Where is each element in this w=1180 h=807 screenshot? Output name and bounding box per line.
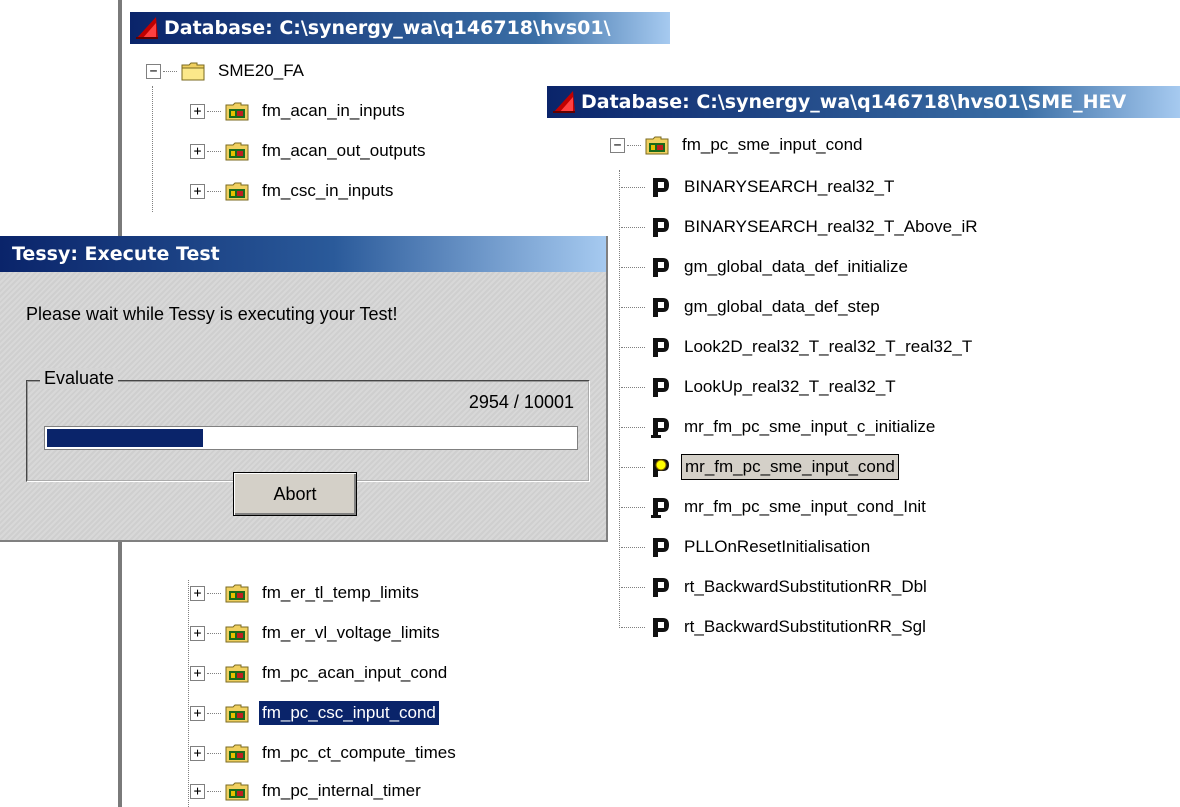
tree-node-module-selected[interactable]: + fm_pc_csc_input_cond: [190, 696, 440, 730]
dialog-title-bar[interactable]: Tessy: Execute Test: [0, 236, 606, 272]
function-icon: [653, 538, 669, 557]
function-node[interactable]: Look2D_real32_T_real32_T_real32_T: [619, 330, 975, 364]
function-label: LookUp_real32_T_real32_T: [684, 377, 896, 396]
function-label: gm_global_data_def_initialize: [684, 257, 908, 276]
function-init-icon: [651, 498, 669, 518]
module-folder-icon: [225, 704, 249, 723]
tree-node-module[interactable]: + fm_er_vl_voltage_limits: [190, 616, 443, 650]
module-folder-icon: [225, 584, 249, 603]
function-icon: [653, 178, 669, 197]
function-icon: [653, 378, 669, 397]
module-folder-icon: [645, 136, 669, 155]
function-icon: [653, 298, 669, 317]
left-window-title: Database: C:\synergy_wa\q146718\hvs01\: [164, 17, 611, 39]
function-node[interactable]: BINARYSEARCH_real32_T: [619, 170, 897, 204]
tree-node-module[interactable]: + fm_acan_in_inputs: [190, 94, 408, 128]
expand-toggle[interactable]: +: [190, 183, 205, 199]
expand-toggle[interactable]: +: [190, 783, 205, 799]
tree-node-module[interactable]: + fm_pc_acan_input_cond: [190, 656, 450, 690]
evaluate-group-label: Evaluate: [40, 368, 119, 389]
expand-toggle[interactable]: +: [190, 665, 205, 681]
function-node[interactable]: mr_fm_pc_sme_input_c_initialize: [619, 410, 938, 444]
right-tree-window: Database: C:\synergy_wa\q146718\hvs01\SM…: [537, 78, 1180, 648]
collapse-toggle[interactable]: −: [146, 63, 161, 79]
folder-icon: [181, 62, 205, 81]
function-label: mr_fm_pc_sme_input_cond_Init: [684, 497, 926, 516]
dialog-message: Please wait while Tessy is executing you…: [26, 304, 398, 324]
expand-toggle[interactable]: +: [190, 745, 205, 761]
tree-node-label: fm_csc_in_inputs: [262, 181, 394, 200]
tree-node-fm-pc-sme-input-cond[interactable]: − fm_pc_sme_input_cond: [610, 128, 866, 162]
function-icon: [653, 578, 669, 597]
tree-node-label: fm_er_vl_voltage_limits: [262, 623, 440, 642]
tree-node-label: SME20_FA: [218, 61, 304, 80]
function-label: BINARYSEARCH_real32_T_Above_iR: [684, 217, 978, 236]
function-node[interactable]: mr_fm_pc_sme_input_cond: [619, 450, 899, 484]
function-label: mr_fm_pc_sme_input_cond: [681, 454, 899, 480]
tree-node-label: fm_pc_internal_timer: [262, 781, 421, 800]
tree-node-label: fm_er_tl_temp_limits: [262, 583, 419, 602]
function-node[interactable]: LookUp_real32_T_real32_T: [619, 370, 899, 404]
module-folder-icon: [225, 664, 249, 683]
tree-node-label: fm_pc_csc_input_cond: [258, 700, 440, 726]
database-app-icon: [136, 17, 158, 39]
function-node[interactable]: mr_fm_pc_sme_input_cond_Init: [619, 490, 929, 524]
tree-node-module[interactable]: + fm_acan_out_outputs: [190, 134, 429, 168]
tree-node-label: fm_acan_out_outputs: [262, 141, 426, 160]
module-folder-icon: [225, 142, 249, 161]
left-window-title-bar[interactable]: Database: C:\synergy_wa\q146718\hvs01\: [130, 12, 670, 44]
tree-node-module[interactable]: + fm_pc_internal_timer: [190, 774, 424, 807]
function-label: BINARYSEARCH_real32_T: [684, 177, 895, 196]
function-icon: [653, 218, 669, 237]
module-folder-icon: [225, 782, 249, 801]
tree-node-label: fm_pc_sme_input_cond: [682, 135, 863, 154]
execute-test-dialog: Tessy: Execute Test Please wait while Te…: [0, 236, 608, 542]
evaluate-group-box: Evaluate 2954 / 10001: [26, 368, 590, 482]
expand-toggle[interactable]: +: [190, 585, 205, 601]
progress-bar: [44, 426, 578, 450]
tree-guide-line: [152, 86, 153, 212]
tree-node-module[interactable]: + fm_pc_ct_compute_times: [190, 736, 459, 770]
module-folder-icon: [225, 182, 249, 201]
expand-toggle[interactable]: +: [190, 705, 205, 721]
dialog-title: Tessy: Execute Test: [12, 243, 220, 265]
progress-counter: 2954 / 10001: [468, 392, 574, 412]
tree-guide-line: [188, 580, 189, 807]
module-folder-icon: [225, 102, 249, 121]
function-node[interactable]: gm_global_data_def_step: [619, 290, 883, 324]
module-folder-icon: [225, 744, 249, 763]
function-label: rt_BackwardSubstitutionRR_Sgl: [684, 617, 926, 636]
function-running-icon: [653, 459, 669, 477]
expand-toggle[interactable]: +: [190, 143, 205, 159]
function-label: gm_global_data_def_step: [684, 297, 880, 316]
function-icon: [653, 618, 669, 637]
function-icon: [653, 258, 669, 277]
function-node[interactable]: rt_BackwardSubstitutionRR_Sgl: [619, 610, 929, 644]
function-label: PLLOnResetInitialisation: [684, 537, 871, 556]
database-app-icon: [553, 91, 575, 113]
collapse-toggle[interactable]: −: [610, 137, 625, 153]
tree-node-module[interactable]: + fm_csc_in_inputs: [190, 174, 396, 208]
function-node[interactable]: BINARYSEARCH_real32_T_Above_iR: [619, 210, 981, 244]
tree-node-label: fm_pc_acan_input_cond: [262, 663, 448, 682]
abort-button[interactable]: Abort: [233, 472, 357, 516]
expand-toggle[interactable]: +: [190, 103, 205, 119]
progress-bar-fill: [47, 429, 203, 447]
tree-node-module[interactable]: + fm_er_tl_temp_limits: [190, 576, 422, 610]
right-window-title: Database: C:\synergy_wa\q146718\hvs01\SM…: [581, 91, 1127, 113]
function-node[interactable]: gm_global_data_def_initialize: [619, 250, 911, 284]
function-init-icon: [651, 418, 669, 438]
function-node[interactable]: rt_BackwardSubstitutionRR_Dbl: [619, 570, 930, 604]
function-icon: [653, 338, 669, 357]
expand-toggle[interactable]: +: [190, 625, 205, 641]
function-node[interactable]: PLLOnResetInitialisation: [619, 530, 873, 564]
function-label: rt_BackwardSubstitutionRR_Dbl: [684, 577, 927, 596]
function-label: mr_fm_pc_sme_input_c_initialize: [684, 417, 936, 436]
tree-node-sme20-fa[interactable]: − SME20_FA: [146, 54, 307, 88]
tree-node-label: fm_pc_ct_compute_times: [262, 743, 456, 762]
right-window-title-bar[interactable]: Database: C:\synergy_wa\q146718\hvs01\SM…: [547, 86, 1180, 118]
module-folder-icon: [225, 624, 249, 643]
tree-node-label: fm_acan_in_inputs: [262, 101, 405, 120]
function-label: Look2D_real32_T_real32_T_real32_T: [684, 337, 973, 356]
